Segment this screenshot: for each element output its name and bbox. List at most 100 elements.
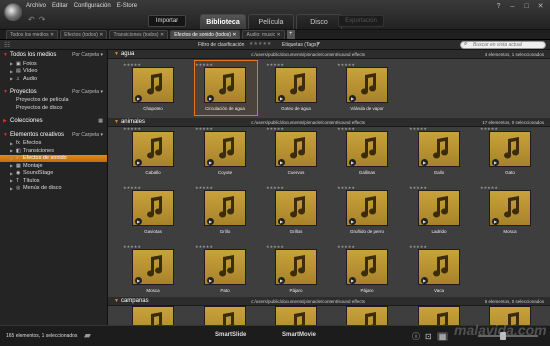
search-input[interactable] [460, 41, 546, 49]
play-icon[interactable]: ▶ [278, 159, 285, 166]
play-icon[interactable]: ▶ [278, 95, 285, 102]
import-button[interactable]: Importar [148, 15, 186, 27]
menu-configuracion[interactable]: Configuración [74, 3, 111, 9]
sidebar-item-fotos[interactable]: ▶ ▣ Fotos [0, 60, 107, 68]
sound-effect-tile[interactable]: ▶ [418, 249, 460, 285]
sidebar-item-transiciones[interactable]: ▶ ◧ Transiciones [0, 147, 107, 155]
maximize-icon[interactable]: □ [521, 2, 532, 11]
browser-tab-audio-music[interactable]: Audio: music ✕ [242, 30, 285, 39]
tags-dropdown-icon[interactable]: ▼ [316, 41, 321, 47]
undo-icon[interactable]: ↶ [28, 15, 35, 24]
sort-dropdown[interactable]: Por Carpeta ▾ [72, 132, 103, 138]
sidebar-item-menus-disco[interactable]: ▶ ◎ Menús de disco [0, 185, 107, 193]
tab-disco[interactable]: Disco [296, 14, 342, 29]
collections-icon[interactable]: ▦ [98, 118, 103, 124]
close-icon[interactable]: ✕ [535, 2, 546, 11]
sidebar-section-proyectos[interactable]: ▼ Proyectos Por Carpeta ▾ [0, 87, 107, 97]
play-icon[interactable]: ▶ [135, 277, 142, 284]
sound-effect-tile[interactable] [346, 306, 388, 325]
sidebar-item-efectos[interactable]: ▶ fx Efectos [0, 140, 107, 148]
sound-effect-tile[interactable] [132, 306, 174, 325]
sidebar-item-proyectos-disco[interactable]: Proyectos de disco [0, 104, 107, 112]
sound-effect-tile[interactable]: ▶ [132, 131, 174, 167]
sidebar-item-titulos[interactable]: ▶ T Títulos [0, 177, 107, 185]
play-icon[interactable]: ▶ [349, 95, 356, 102]
view-options-icon[interactable]: ☷ [4, 41, 10, 49]
sidebar-item-montaje[interactable]: ▶ ▦ Montaje [0, 162, 107, 170]
sidebar-item-efectos-sonido[interactable]: ▶ ♪ Efectos de sonido [0, 154, 107, 162]
sidebar-item-proyectos-pelicula[interactable]: Proyectos de película [0, 97, 107, 105]
menu-e-store[interactable]: E-Store [117, 3, 137, 9]
smartslide-button[interactable]: SmartSlide [215, 332, 246, 338]
browser-tab-efectos[interactable]: Efectos (todos) ✕ [60, 30, 108, 39]
info-icon[interactable]: ⓘ [412, 331, 420, 342]
sound-effect-tile[interactable]: ▶ [346, 249, 388, 285]
sidebar-section-colecciones[interactable]: ▶ Colecciones ▦ [0, 116, 107, 126]
group-header-0[interactable]: ▼ agua c:/users/public/documents/pinnacle/… [108, 50, 550, 59]
sound-effect-tile[interactable] [204, 306, 246, 325]
redo-icon[interactable]: ↷ [39, 15, 46, 24]
help-icon[interactable]: ? [493, 2, 504, 11]
collection-drop-icon[interactable]: ▰ [84, 330, 91, 341]
sound-effect-tile[interactable]: ▶ [132, 249, 174, 285]
sound-effect-tile[interactable]: ▶ [132, 67, 174, 103]
sidebar-item-audio[interactable]: ▶ ♫ Audio [0, 75, 107, 83]
sound-effect-tile[interactable]: ▶ [204, 249, 246, 285]
tags-label[interactable]: Etiquetas (Tags) [282, 42, 318, 48]
sound-effect-tile[interactable]: ▶ [489, 190, 531, 226]
play-icon[interactable]: ▶ [135, 159, 142, 166]
sound-effect-tile[interactable]: ▶ [346, 67, 388, 103]
sound-effect-tile[interactable]: ▶ [204, 67, 246, 103]
sound-effect-tile[interactable]: ▶ [346, 190, 388, 226]
rating-filter-stars[interactable]: ★★★★★ [249, 41, 271, 47]
sound-effect-tile[interactable]: ▶ [132, 190, 174, 226]
play-icon[interactable]: ▶ [421, 218, 428, 225]
sound-effect-tile[interactable]: ▶ [418, 131, 460, 167]
play-icon[interactable]: ▶ [207, 277, 214, 284]
thumbnail-view-icon[interactable]: ▦ [436, 332, 449, 341]
menu-archivo[interactable]: Archivo [26, 3, 46, 9]
play-icon[interactable]: ▶ [278, 218, 285, 225]
browser-tab-transiciones[interactable]: Transiciones (todos) ✕ [109, 30, 169, 39]
play-icon[interactable]: ▶ [349, 218, 356, 225]
sound-effect-tile[interactable]: ▶ [275, 131, 317, 167]
menu-editar[interactable]: Editar [52, 3, 68, 9]
sound-effect-tile[interactable]: ▶ [418, 190, 460, 226]
play-icon[interactable]: ▶ [492, 218, 499, 225]
browser-tab-todos-medios[interactable]: Todos los medios ✕ [6, 30, 59, 39]
minimize-icon[interactable]: – [507, 2, 518, 11]
detail-view-icon[interactable]: ⊡ [425, 332, 432, 341]
sidebar-item-video[interactable]: ▶ ▤ Vídeo [0, 68, 107, 76]
play-icon[interactable]: ▶ [421, 159, 428, 166]
sidebar-item-soundstage[interactable]: ▶ ◉ SoundStage [0, 170, 107, 178]
group-header-2[interactable]: ▼ campanas c:/users/public/documents/pinna… [108, 297, 550, 306]
play-icon[interactable]: ▶ [135, 95, 142, 102]
sidebar-section-elementos-creativos[interactable]: ▼ Elementos creativos Por Carpeta ▾ [0, 130, 107, 140]
play-icon[interactable]: ▶ [207, 218, 214, 225]
tab-biblioteca[interactable]: Biblioteca [200, 14, 246, 29]
sort-dropdown[interactable]: Por Carpeta ▾ [72, 89, 103, 95]
play-icon[interactable]: ▶ [278, 277, 285, 284]
play-icon[interactable]: ▶ [421, 277, 428, 284]
sound-effect-tile[interactable]: ▶ [204, 190, 246, 226]
play-icon[interactable]: ▶ [207, 159, 214, 166]
play-icon[interactable]: ▶ [207, 95, 214, 102]
sound-effect-tile[interactable]: ▶ [346, 131, 388, 167]
sound-effect-tile[interactable]: ▶ [275, 190, 317, 226]
play-icon[interactable]: ▶ [349, 159, 356, 166]
sound-effect-tile[interactable]: ▶ [204, 131, 246, 167]
add-tab-button[interactable]: + [286, 30, 295, 39]
play-icon[interactable]: ▶ [349, 277, 356, 284]
browser-tab-efectos-sonido[interactable]: Efectos de sonido (todos) ✕ [170, 30, 241, 39]
smartmovie-button[interactable]: SmartMovie [282, 332, 316, 338]
sort-dropdown[interactable]: Por Carpeta ▾ [72, 52, 103, 58]
export-button[interactable]: Exportación [338, 15, 384, 27]
tab-pelicula[interactable]: Película [248, 14, 294, 29]
sound-effect-tile[interactable] [275, 306, 317, 325]
play-icon[interactable]: ▶ [135, 218, 142, 225]
play-icon[interactable]: ▶ [492, 159, 499, 166]
sound-effect-tile[interactable]: ▶ [489, 131, 531, 167]
sidebar-section-todos-medios[interactable]: ▼ Todos los medios Por Carpeta ▾ [0, 50, 107, 60]
sound-effect-tile[interactable]: ▶ [275, 249, 317, 285]
sound-effect-tile[interactable]: ▶ [275, 67, 317, 103]
